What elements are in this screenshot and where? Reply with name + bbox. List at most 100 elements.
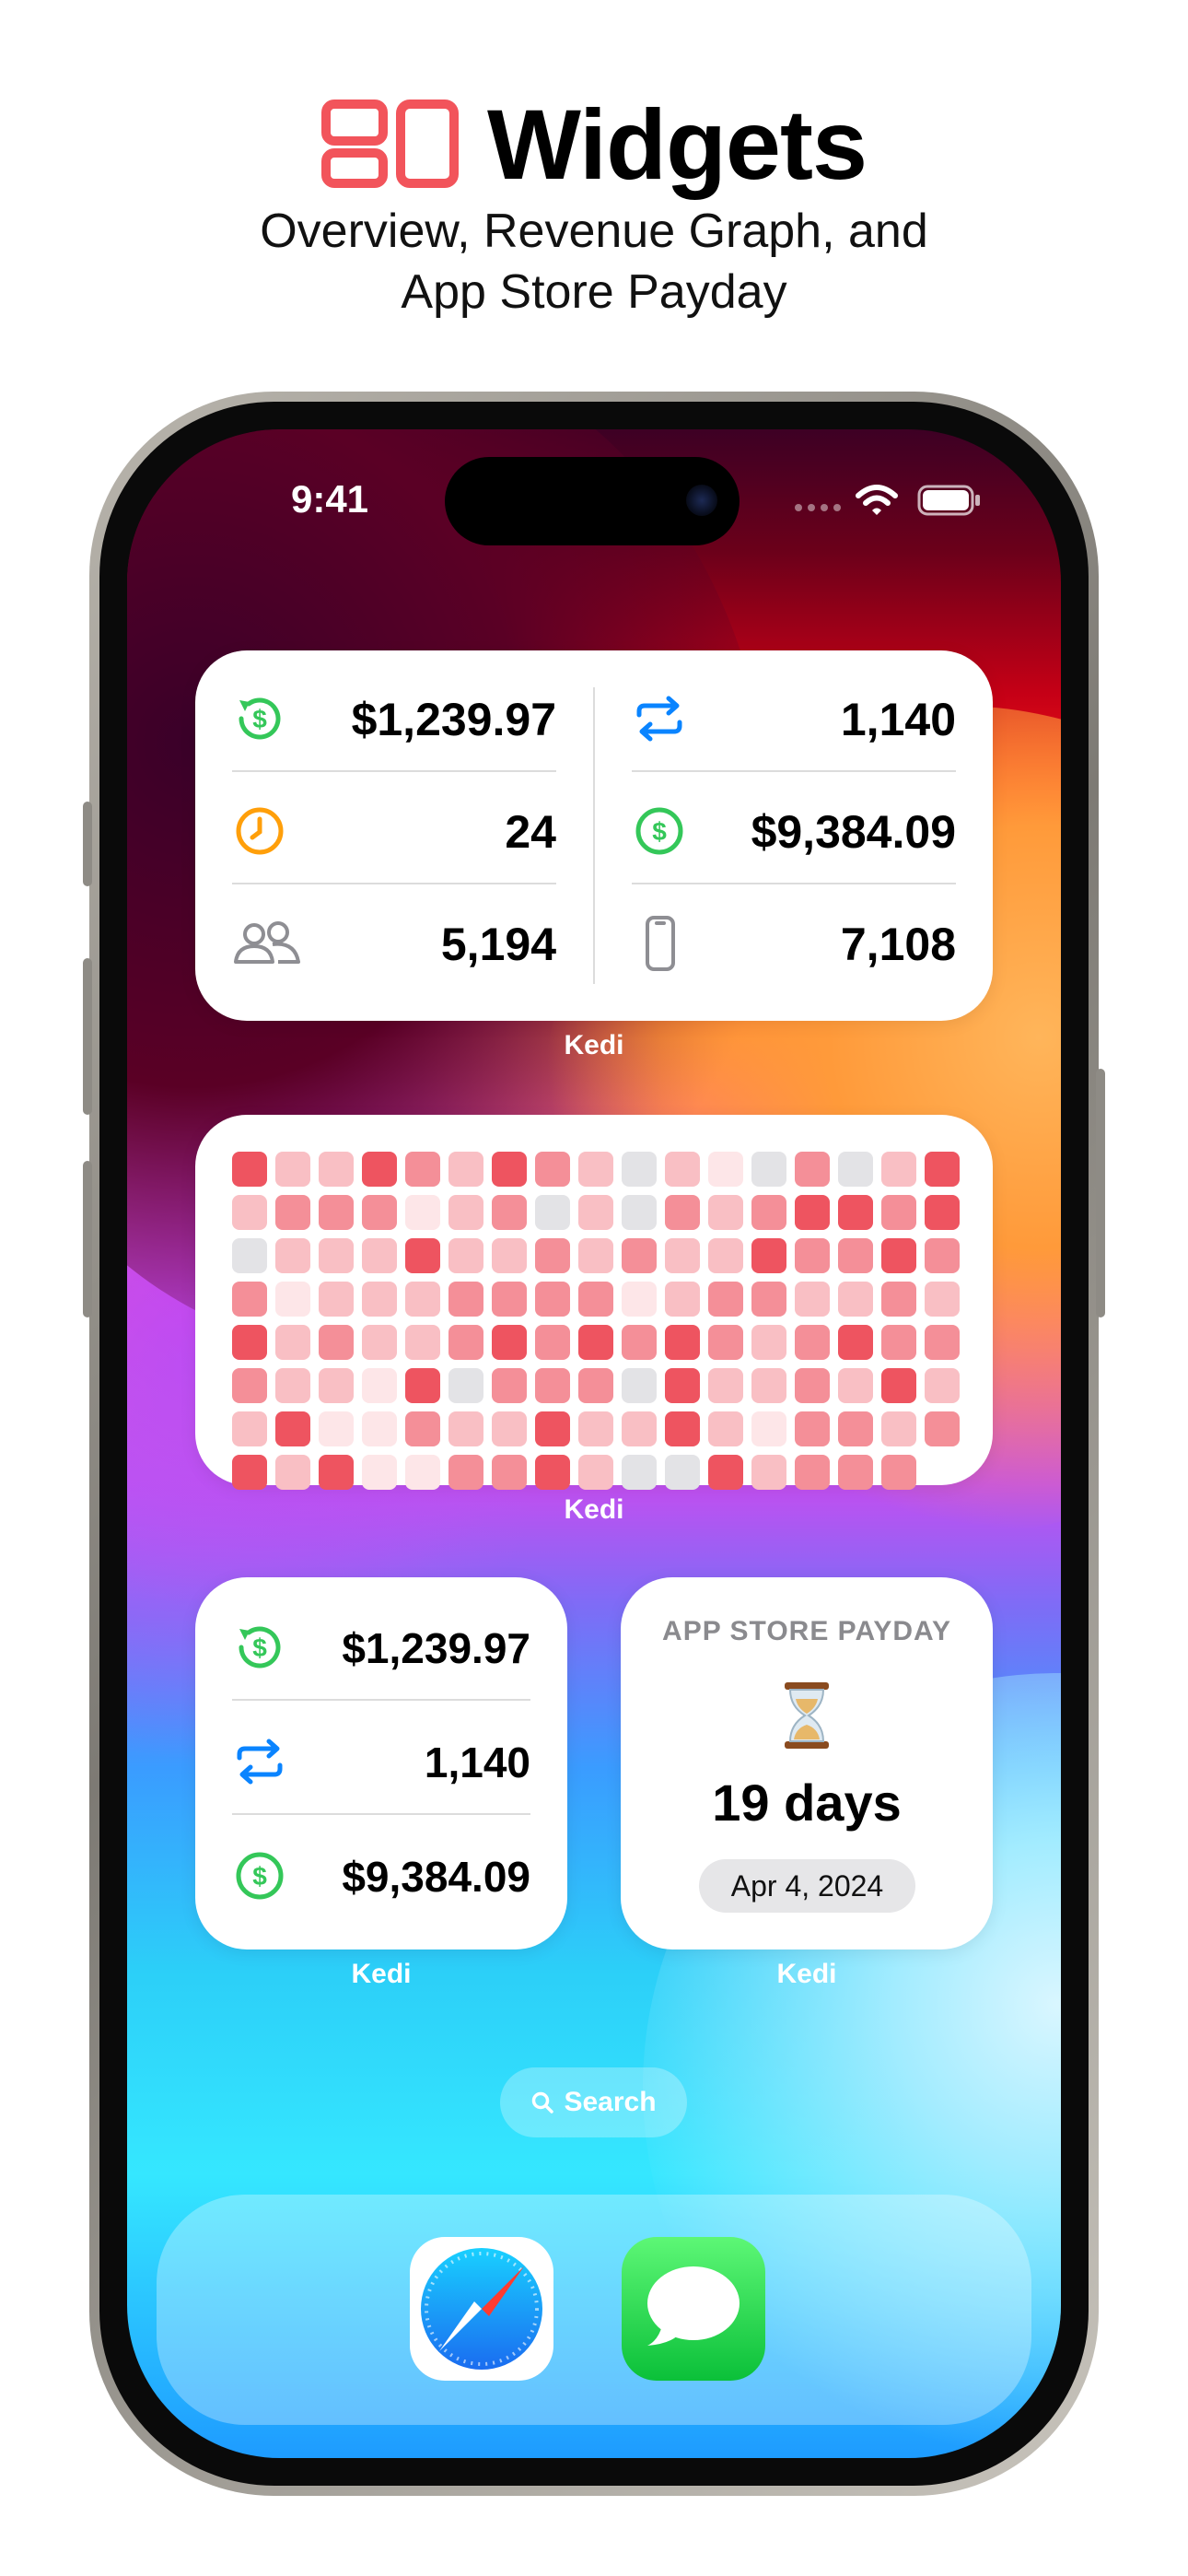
heatmap-cell [578,1238,613,1273]
stat-value: 5,194 [440,919,556,970]
heatmap-cell [448,1282,483,1317]
heatmap-cell [622,1455,657,1490]
subtitle-line-1: Overview, Revenue Graph, and [260,205,928,258]
small-overview-widget[interactable]: $ $1,239.97 1,140 $ $9,384.09 [195,1577,567,1950]
heatmap-cell [578,1455,613,1490]
search-icon [532,2091,554,2113]
heatmap-cell [622,1152,657,1187]
volume-up-button [83,958,92,1115]
heatmap-cell [535,1455,570,1490]
heatmap-cell [708,1282,743,1317]
divider [232,883,556,884]
heatmap-cell [751,1152,786,1187]
heatmap-cell [319,1325,354,1360]
stat-row: 1,140 [632,682,956,755]
heatmap-cell [622,1325,657,1360]
home-screen: 9:41 $ $1,239.97 24 5,194 1,140 $ $9,384… [127,429,1061,2458]
widgets-logo-icon [320,100,459,188]
divider [232,770,556,772]
overview-widget[interactable]: $ $1,239.97 24 5,194 1,140 $ $9,384.09 7… [195,650,993,1021]
heatmap-cell [665,1455,700,1490]
svg-text:$: $ [252,1633,267,1662]
stat-value: 7,108 [840,919,956,970]
heatmap-cell [535,1195,570,1230]
heatmap-cell [319,1282,354,1317]
heatmap-cell [795,1195,830,1230]
heatmap-cell [838,1455,873,1490]
heatmap-cell [448,1238,483,1273]
heatmap-cell [795,1152,830,1187]
heatmap-cell [578,1368,613,1403]
stat-value: 24 [505,806,556,858]
svg-text:$: $ [252,705,267,733]
divider [232,1699,530,1701]
heatmap-cell [275,1325,310,1360]
heatmap-cell [275,1411,310,1446]
heatmap-cell [881,1195,916,1230]
heatmap-cell [492,1152,527,1187]
heatmap-cell [405,1282,440,1317]
phone-icon [632,914,687,973]
stat-row: $ $1,239.97 [232,682,556,755]
heatmap-cell [319,1152,354,1187]
heatmap-cell [405,1325,440,1360]
heatmap-cell [535,1282,570,1317]
heatmap-cell [708,1325,743,1360]
stat-value: $1,239.97 [351,694,556,745]
volume-down-button [83,1161,92,1317]
stat-row: 5,194 [232,907,556,980]
heatmap-cell [925,1411,960,1446]
revenue-graph-widget[interactable] [195,1115,993,1490]
heatmap-cell [275,1368,310,1403]
heatmap-cell [405,1152,440,1187]
heatmap-cell [578,1325,613,1360]
heatmap-cell [665,1325,700,1360]
search-button[interactable]: Search [500,2067,687,2137]
heatmap-cell [275,1455,310,1490]
heatmap-cell [708,1195,743,1230]
column-divider [593,687,595,984]
revenue-refresh-icon: $ [232,1620,287,1675]
widget-caption: Kedi [564,1494,624,1525]
heatmap-cell [795,1411,830,1446]
revenue-refresh-icon: $ [232,691,287,746]
messages-app-icon[interactable] [622,2237,765,2381]
heatmap-cell [319,1368,354,1403]
power-button [1096,1069,1105,1317]
heatmap-cell [708,1455,743,1490]
signal-icon [795,504,841,511]
heatmap-cell [232,1195,267,1230]
renewal-arrows-icon [232,1734,287,1789]
status-time: 9:41 [290,477,369,521]
heatmap-cell [232,1282,267,1317]
revenue-heatmap [232,1152,960,1490]
heatmap-cell [925,1238,960,1273]
heatmap-cell [881,1368,916,1403]
heatmap-cell [405,1455,440,1490]
heatmap-cell [275,1282,310,1317]
heatmap-cell [751,1238,786,1273]
heatmap-cell [448,1368,483,1403]
widget-caption: Kedi [564,1030,624,1060]
stat-value: $1,239.97 [342,1624,530,1672]
heatmap-cell [492,1238,527,1273]
heatmap-cell [492,1325,527,1360]
heatmap-cell [838,1411,873,1446]
page-subtitle: Overview, Revenue Graph, and App Store P… [0,201,1188,322]
heatmap-cell [665,1195,700,1230]
app-store-payday-widget[interactable]: APP STORE PAYDAY 19 days Apr 4, 2024 [621,1577,993,1950]
heatmap-cell [708,1238,743,1273]
heatmap-cell [795,1455,830,1490]
heatmap-cell [925,1455,960,1490]
safari-app-icon[interactable] [410,2237,553,2381]
heatmap-cell [319,1195,354,1230]
heatmap-cell [751,1195,786,1230]
heatmap-cell [622,1195,657,1230]
payday-date-badge: Apr 4, 2024 [699,1859,915,1913]
heatmap-cell [838,1238,873,1273]
dynamic-island [445,457,740,545]
heatmap-cell [665,1238,700,1273]
heatmap-cell [535,1411,570,1446]
stat-row: 1,140 [232,1725,530,1798]
heatmap-cell [362,1282,397,1317]
